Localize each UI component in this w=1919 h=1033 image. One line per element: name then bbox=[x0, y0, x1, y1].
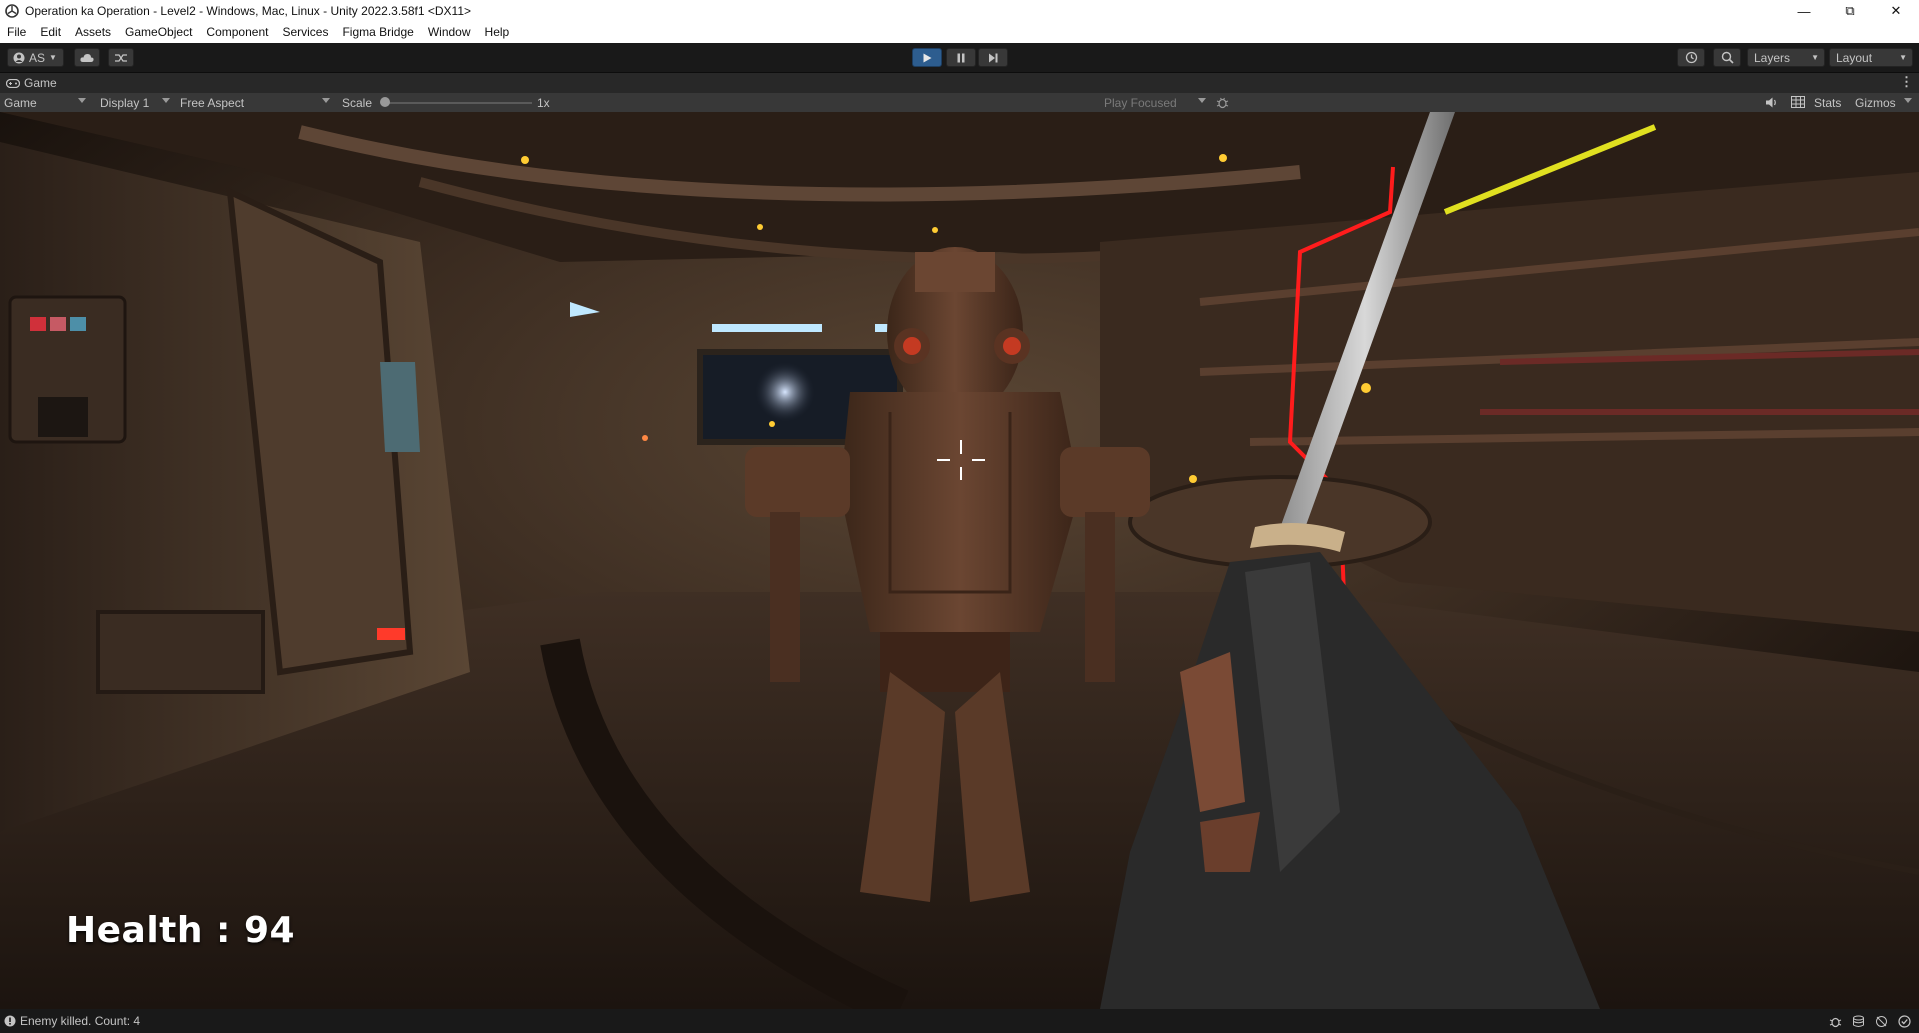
gamepad-icon bbox=[6, 78, 20, 88]
health-readout: Health : 94 bbox=[66, 910, 296, 951]
status-bar: Enemy killed. Count: 4 bbox=[0, 1009, 1919, 1033]
tab-game-label: Game bbox=[24, 76, 57, 90]
close-button[interactable]: ✕ bbox=[1873, 0, 1919, 22]
bug-icon[interactable] bbox=[1216, 96, 1229, 109]
chevron-down-icon: ▼ bbox=[1899, 53, 1907, 62]
aspect-dropdown[interactable]: Free Aspect bbox=[176, 93, 334, 112]
stats-button[interactable]: Stats bbox=[1814, 96, 1841, 110]
menu-file[interactable]: File bbox=[0, 22, 33, 43]
grid-icon[interactable] bbox=[1791, 96, 1805, 108]
menu-gameobject[interactable]: GameObject bbox=[118, 22, 199, 43]
display-label: Display 1 bbox=[100, 95, 150, 110]
display-dropdown[interactable]: Display 1 bbox=[96, 93, 174, 112]
title-bar: Operation ka Operation - Level2 - Window… bbox=[0, 0, 1919, 22]
bug-icon[interactable] bbox=[1829, 1015, 1842, 1028]
layers-dropdown[interactable]: Layers ▼ bbox=[1747, 48, 1825, 67]
step-icon bbox=[989, 53, 998, 62]
pause-button[interactable] bbox=[946, 48, 976, 67]
info-icon bbox=[4, 1015, 16, 1027]
play-mode-dropdown[interactable]: Play Focused bbox=[1100, 93, 1210, 112]
pause-icon bbox=[957, 53, 965, 62]
window-title: Operation ka Operation - Level2 - Window… bbox=[25, 4, 472, 18]
layout-dropdown[interactable]: Layout ▼ bbox=[1829, 48, 1913, 67]
menu-services[interactable]: Services bbox=[275, 22, 335, 43]
minimize-button[interactable]: — bbox=[1781, 0, 1827, 22]
scale-slider-thumb[interactable] bbox=[380, 97, 390, 107]
scale-slider-track[interactable] bbox=[381, 102, 532, 104]
restore-button[interactable]: ⧉ bbox=[1827, 0, 1873, 22]
chevron-down-icon[interactable] bbox=[1904, 98, 1912, 103]
cloud-icon bbox=[80, 53, 94, 62]
network-icon[interactable] bbox=[1875, 1015, 1888, 1028]
search-icon bbox=[1721, 51, 1734, 64]
unity-logo-icon bbox=[5, 4, 19, 18]
chevron-down-icon bbox=[1198, 98, 1206, 103]
database-icon[interactable] bbox=[1852, 1015, 1865, 1028]
account-label: AS bbox=[29, 50, 46, 65]
view-mode-dropdown[interactable]: Game bbox=[0, 93, 90, 112]
audio-icon[interactable] bbox=[1765, 96, 1778, 109]
scale-value: 1x bbox=[537, 96, 550, 110]
history-icon bbox=[1685, 51, 1697, 64]
main-toolbar: AS ▼ Layers ▼ Layout ▼ bbox=[0, 43, 1919, 73]
play-mode-label: Play Focused bbox=[1104, 95, 1177, 110]
console-message[interactable]: Enemy killed. Count: 4 bbox=[20, 1014, 140, 1028]
account-dropdown[interactable]: AS ▼ bbox=[7, 48, 64, 67]
menu-assets[interactable]: Assets bbox=[68, 22, 118, 43]
collab-icon bbox=[115, 53, 127, 62]
tab-game[interactable]: Game bbox=[0, 73, 65, 93]
menu-component[interactable]: Component bbox=[199, 22, 275, 43]
chevron-down-icon: ▼ bbox=[49, 53, 57, 62]
scale-label: Scale bbox=[342, 96, 373, 110]
menu-window[interactable]: Window bbox=[421, 22, 478, 43]
aspect-label: Free Aspect bbox=[180, 95, 245, 110]
game-view-toolbar: Game Display 1 Free Aspect Scale 1x Play… bbox=[0, 93, 1919, 112]
check-circle-icon[interactable] bbox=[1898, 1014, 1911, 1028]
gizmos-button[interactable]: Gizmos bbox=[1855, 96, 1896, 110]
layers-label: Layers bbox=[1754, 50, 1791, 65]
chevron-down-icon bbox=[78, 98, 86, 103]
search-button[interactable] bbox=[1713, 48, 1741, 67]
view-mode-label: Game bbox=[4, 95, 37, 110]
account-icon bbox=[13, 52, 25, 63]
menu-edit[interactable]: Edit bbox=[33, 22, 68, 43]
step-button[interactable] bbox=[978, 48, 1008, 67]
more-options-icon[interactable]: ⋮ bbox=[1900, 74, 1913, 90]
menu-figma-bridge[interactable]: Figma Bridge bbox=[335, 22, 420, 43]
chevron-down-icon bbox=[162, 98, 170, 103]
history-button[interactable] bbox=[1677, 48, 1705, 67]
chevron-down-icon bbox=[322, 98, 330, 103]
cloud-button[interactable] bbox=[74, 48, 100, 67]
play-icon bbox=[923, 53, 932, 62]
menu-help[interactable]: Help bbox=[478, 22, 517, 43]
layout-label: Layout bbox=[1836, 50, 1873, 65]
menu-bar: File Edit Assets GameObject Component Se… bbox=[0, 22, 1919, 43]
game-viewport[interactable]: Health : 94 bbox=[0, 112, 1919, 1009]
tab-bar: Game ⋮ bbox=[0, 73, 1919, 93]
chevron-down-icon: ▼ bbox=[1811, 53, 1819, 62]
scene-render bbox=[0, 112, 1919, 1009]
play-button[interactable] bbox=[912, 48, 942, 67]
collab-button[interactable] bbox=[108, 48, 134, 67]
